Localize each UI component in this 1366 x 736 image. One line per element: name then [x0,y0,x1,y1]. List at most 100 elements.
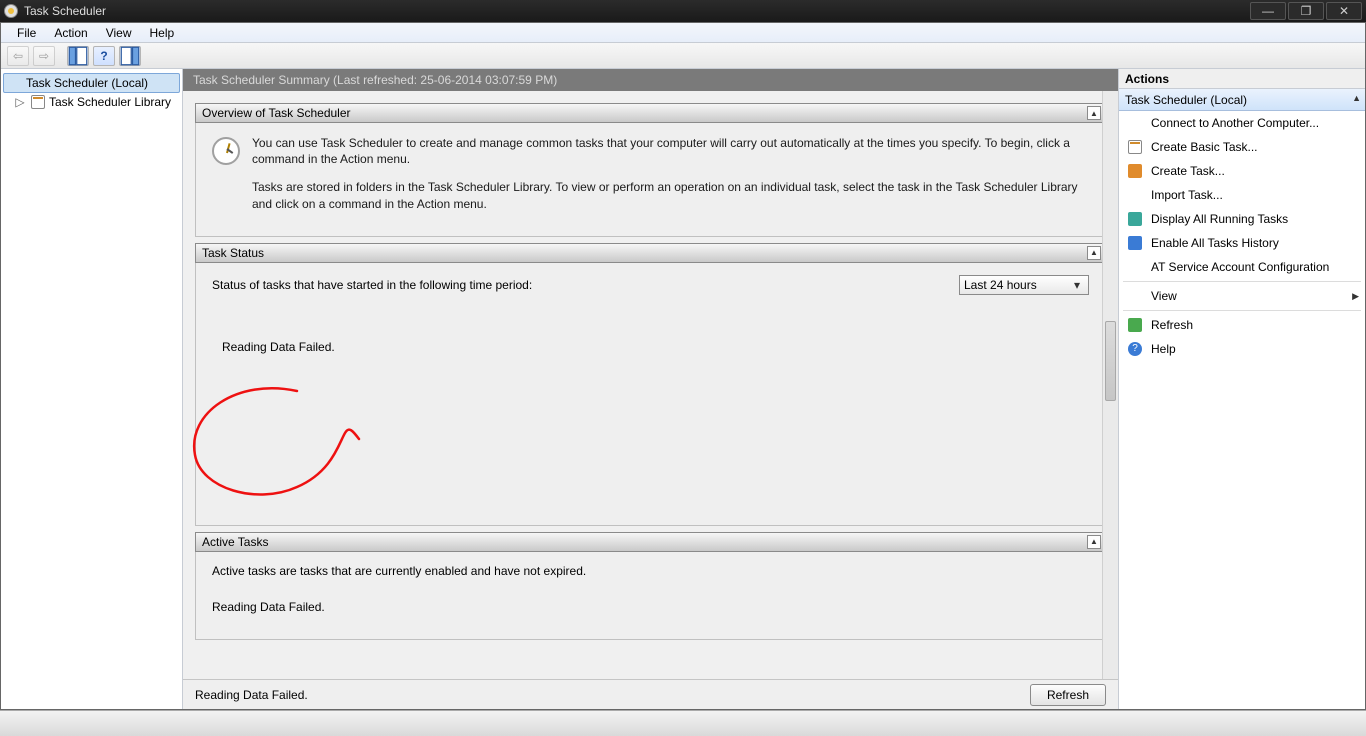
separator [1123,281,1361,282]
summary-header: Task Scheduler Summary (Last refreshed: … [183,69,1118,91]
action-create-basic-task[interactable]: Create Basic Task... [1119,135,1365,159]
show-hide-action-pane-button[interactable] [119,46,141,66]
back-button[interactable]: ⇦ [7,46,29,66]
app-icon [4,4,18,18]
help-button[interactable]: ? [93,46,115,66]
action-enable-history[interactable]: Enable All Tasks History [1119,231,1365,255]
taskbar[interactable] [0,710,1366,736]
status-period-label: Status of tasks that have started in the… [212,278,532,292]
chevron-down-icon: ▾ [1070,278,1084,292]
overview-p1: You can use Task Scheduler to create and… [252,135,1089,167]
status-result-area: Reading Data Failed. [212,295,1089,525]
view-icon [1127,288,1143,304]
toolbar: ⇦ ⇨ ? [1,43,1365,69]
scheduler-icon [8,76,22,90]
center-footer: Reading Data Failed. Refresh [183,679,1118,709]
vertical-scrollbar[interactable] [1102,91,1118,679]
import-icon [1127,187,1143,203]
action-at-service-config[interactable]: AT Service Account Configuration [1119,255,1365,279]
action-refresh[interactable]: Refresh [1119,313,1365,337]
overview-section: Overview of Task Scheduler ▲ You can use… [195,103,1106,237]
action-label: Refresh [1151,318,1193,332]
collapse-icon[interactable]: ▲ [1087,535,1101,549]
help-icon: ? [1127,341,1143,357]
action-connect-computer[interactable]: Connect to Another Computer... [1119,111,1365,135]
center-body: Overview of Task Scheduler ▲ You can use… [183,91,1118,679]
action-display-running[interactable]: Display All Running Tasks [1119,207,1365,231]
refresh-icon [1127,317,1143,333]
menu-file[interactable]: File [9,24,44,42]
dropdown-value: Last 24 hours [964,278,1037,292]
overview-p2: Tasks are stored in folders in the Task … [252,179,1089,211]
active-tasks-header[interactable]: Active Tasks ▲ [195,532,1106,552]
active-tasks-section: Active Tasks ▲ Active tasks are tasks th… [195,532,1106,640]
action-import-task[interactable]: Import Task... [1119,183,1365,207]
action-create-task[interactable]: Create Task... [1119,159,1365,183]
show-hide-tree-button[interactable] [67,46,89,66]
action-label: Display All Running Tasks [1151,212,1288,226]
history-icon [1127,235,1143,251]
active-tasks-error: Reading Data Failed. [212,600,1089,614]
overview-body: You can use Task Scheduler to create and… [195,123,1106,237]
status-period-dropdown[interactable]: Last 24 hours ▾ [959,275,1089,295]
navigation-tree[interactable]: Task Scheduler (Local) ▷ Task Scheduler … [1,69,183,709]
task-status-section: Task Status ▲ Status of tasks that have … [195,243,1106,526]
clock-icon [212,137,240,165]
config-icon [1127,259,1143,275]
task-status-body: Status of tasks that have started in the… [195,263,1106,526]
action-label: Create Task... [1151,164,1225,178]
action-help[interactable]: ? Help [1119,337,1365,361]
tree-node-library[interactable]: ▷ Task Scheduler Library [3,93,180,111]
basic-task-icon [1127,139,1143,155]
summary-header-text: Task Scheduler Summary (Last refreshed: … [193,73,557,87]
scrollbar-thumb[interactable] [1105,321,1116,401]
tree-library-label: Task Scheduler Library [49,95,171,109]
active-tasks-body: Active tasks are tasks that are currentl… [195,552,1106,640]
action-label: AT Service Account Configuration [1151,260,1329,274]
overview-title: Overview of Task Scheduler [202,106,351,120]
maximize-button[interactable]: ❐ [1288,2,1324,20]
action-view[interactable]: View ▶ [1119,284,1365,308]
task-status-header[interactable]: Task Status ▲ [195,243,1106,263]
minimize-button[interactable]: — [1250,2,1286,20]
window-titlebar: Task Scheduler — ❐ ✕ [0,0,1366,22]
close-button[interactable]: ✕ [1326,2,1362,20]
library-icon [31,95,45,109]
window-title: Task Scheduler [24,4,1248,18]
actions-group-label: Task Scheduler (Local) [1125,93,1247,107]
actions-pane: Actions Task Scheduler (Local) ▲ Connect… [1118,69,1365,709]
menu-help[interactable]: Help [142,24,183,42]
task-icon [1127,163,1143,179]
task-status-title: Task Status [202,246,264,260]
action-label: Import Task... [1151,188,1223,202]
action-label: Connect to Another Computer... [1151,116,1319,130]
expand-icon[interactable]: ▷ [13,95,27,109]
footer-status: Reading Data Failed. [195,688,308,702]
tree-node-root[interactable]: Task Scheduler (Local) [3,73,180,93]
chevron-right-icon: ▶ [1352,291,1359,302]
action-label: View [1151,289,1177,303]
status-error-message: Reading Data Failed. [222,340,335,354]
menubar: File Action View Help [1,23,1365,43]
collapse-icon[interactable]: ▲ [1087,106,1101,120]
center-pane: Task Scheduler Summary (Last refreshed: … [183,69,1118,709]
forward-button[interactable]: ⇨ [33,46,55,66]
tree-root-label: Task Scheduler (Local) [26,76,148,90]
action-label: Create Basic Task... [1151,140,1258,154]
main-panes: Task Scheduler (Local) ▷ Task Scheduler … [1,69,1365,709]
action-label: Help [1151,342,1176,356]
app-frame: File Action View Help ⇦ ⇨ ? Task Schedul… [0,22,1366,710]
window-buttons: — ❐ ✕ [1248,2,1362,20]
active-tasks-desc: Active tasks are tasks that are currentl… [212,564,1089,578]
actions-pane-title: Actions [1119,69,1365,89]
menu-view[interactable]: View [98,24,140,42]
collapse-icon[interactable]: ▲ [1087,246,1101,260]
refresh-button[interactable]: Refresh [1030,684,1106,706]
actions-group-header[interactable]: Task Scheduler (Local) ▲ [1119,89,1365,111]
separator [1123,310,1361,311]
active-tasks-title: Active Tasks [202,535,268,549]
overview-text: You can use Task Scheduler to create and… [252,135,1089,224]
overview-header[interactable]: Overview of Task Scheduler ▲ [195,103,1106,123]
collapse-icon[interactable]: ▲ [1352,93,1361,103]
menu-action[interactable]: Action [46,24,95,42]
